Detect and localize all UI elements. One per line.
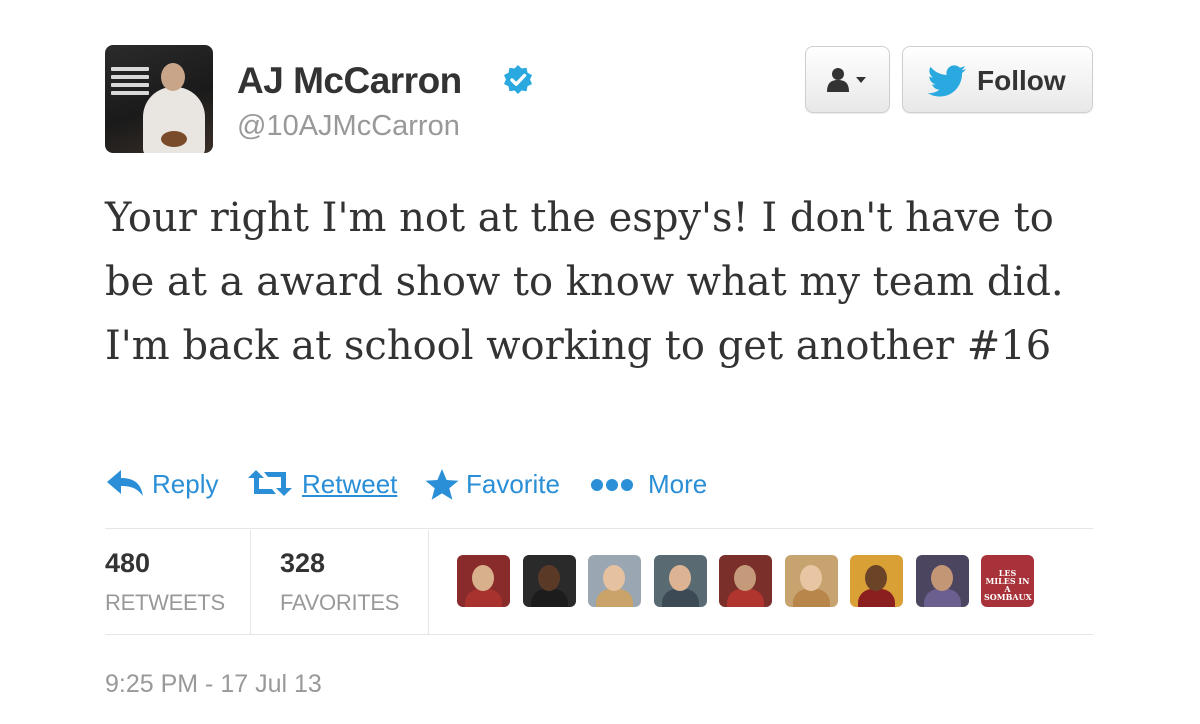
favorites-label[interactable]: FAVORITES (280, 590, 399, 616)
stats-divider (250, 530, 251, 634)
user-actions-button[interactable] (805, 46, 890, 113)
author-avatar[interactable] (105, 45, 213, 153)
face-avatar[interactable] (522, 555, 576, 607)
face-avatar[interactable] (850, 555, 903, 607)
face-avatar[interactable] (784, 555, 838, 607)
reply-label: Reply (152, 469, 219, 499)
face-avatar[interactable] (653, 555, 707, 607)
follow-button[interactable]: Follow (902, 46, 1093, 113)
author-handle[interactable]: @10AJMcCarron (237, 110, 460, 143)
avatar-body (465, 589, 502, 607)
sign-avatar[interactable]: LES MILES IN A SOMBAUX (981, 555, 1034, 607)
avatar-body (792, 589, 830, 607)
follow-label: Follow (977, 65, 1066, 96)
stats-bottom-divider (105, 634, 1093, 635)
avatar-head (734, 565, 756, 591)
avatar-body (727, 589, 764, 607)
face-avatar[interactable] (588, 555, 641, 607)
tweet-text: Your right I'm not at the espy's! I don'… (105, 195, 1064, 369)
avatar-head (603, 565, 625, 591)
star-icon (425, 469, 459, 500)
avatar-football (161, 131, 187, 147)
author-name[interactable]: AJ McCarron (237, 60, 462, 102)
stats-top-divider (105, 528, 1093, 529)
avatar-head (668, 565, 691, 591)
user-dropdown-icon (827, 68, 866, 92)
retweet-action[interactable]: Retweet (246, 464, 406, 504)
more-action[interactable]: More (589, 464, 719, 504)
avatar-body (596, 589, 633, 607)
retweet-icon (248, 470, 292, 496)
reply-arrow-icon (107, 470, 143, 496)
avatar-head (799, 565, 822, 591)
face-avatar[interactable] (457, 555, 510, 607)
favorited-by-avatars: LES MILES IN A SOMBAUX (457, 555, 1057, 607)
retweet-label: Retweet (302, 469, 398, 499)
retweets-label[interactable]: RETWEETS (105, 590, 225, 616)
favorites-count[interactable]: 328 (280, 548, 325, 579)
avatar-body (661, 589, 699, 607)
sign-avatar-text: LES MILES IN A SOMBAUX (984, 568, 1032, 602)
tweet-timestamp[interactable]: 9:25 PM - 17 Jul 13 (105, 670, 322, 699)
favorite-action[interactable]: Favorite (424, 464, 574, 504)
avatar-caption-lines (111, 67, 149, 99)
more-dots-icon (591, 479, 633, 491)
stats-divider (428, 530, 429, 634)
face-avatar[interactable] (915, 555, 969, 607)
avatar-body (530, 589, 568, 607)
tweet-actions: Reply Retweet Favorite More (105, 464, 805, 504)
avatar-head (865, 565, 887, 591)
avatar-body (923, 589, 961, 607)
twitter-bird-icon (927, 65, 966, 97)
reply-action[interactable]: Reply (105, 464, 225, 504)
favorite-label: Favorite (466, 469, 560, 499)
face-avatar[interactable] (719, 555, 772, 607)
avatar-head (537, 565, 560, 591)
avatar-head (472, 565, 494, 591)
verified-badge-icon (504, 65, 532, 94)
avatar-head (930, 565, 953, 591)
avatar-head (161, 63, 185, 91)
avatar-body (858, 589, 895, 607)
retweets-count[interactable]: 480 (105, 548, 150, 579)
more-label: More (648, 469, 708, 499)
